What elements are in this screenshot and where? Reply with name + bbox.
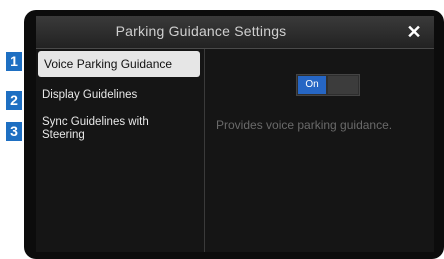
menu-item-voice-parking-guidance[interactable]: Voice Parking Guidance (38, 51, 200, 77)
callout-badge-3: 3 (6, 122, 22, 141)
callout-badge-2: 2 (6, 91, 22, 110)
menu-item-display-guidelines[interactable]: Display Guidelines (36, 89, 204, 102)
settings-dialog: Parking Guidance Settings ✕ Voice Parkin… (36, 16, 434, 252)
toggle-off-segment (328, 76, 358, 94)
toggle-on-label: On (298, 76, 326, 94)
voice-guidance-toggle[interactable]: On (296, 74, 360, 96)
detail-panel: On Provides voice parking guidance. (204, 49, 434, 252)
title-bar: Parking Guidance Settings ✕ (36, 16, 434, 49)
dialog-title: Parking Guidance Settings (115, 23, 287, 39)
settings-menu: Voice Parking Guidance Display Guideline… (36, 49, 205, 252)
setting-description: Provides voice parking guidance. (216, 118, 393, 132)
close-icon[interactable]: ✕ (402, 20, 426, 44)
menu-item-sync-guidelines-with-steering[interactable]: Sync Guidelines with Steering (36, 116, 186, 142)
dialog-content: Voice Parking Guidance Display Guideline… (36, 49, 434, 252)
callout-badge-1: 1 (6, 52, 22, 71)
